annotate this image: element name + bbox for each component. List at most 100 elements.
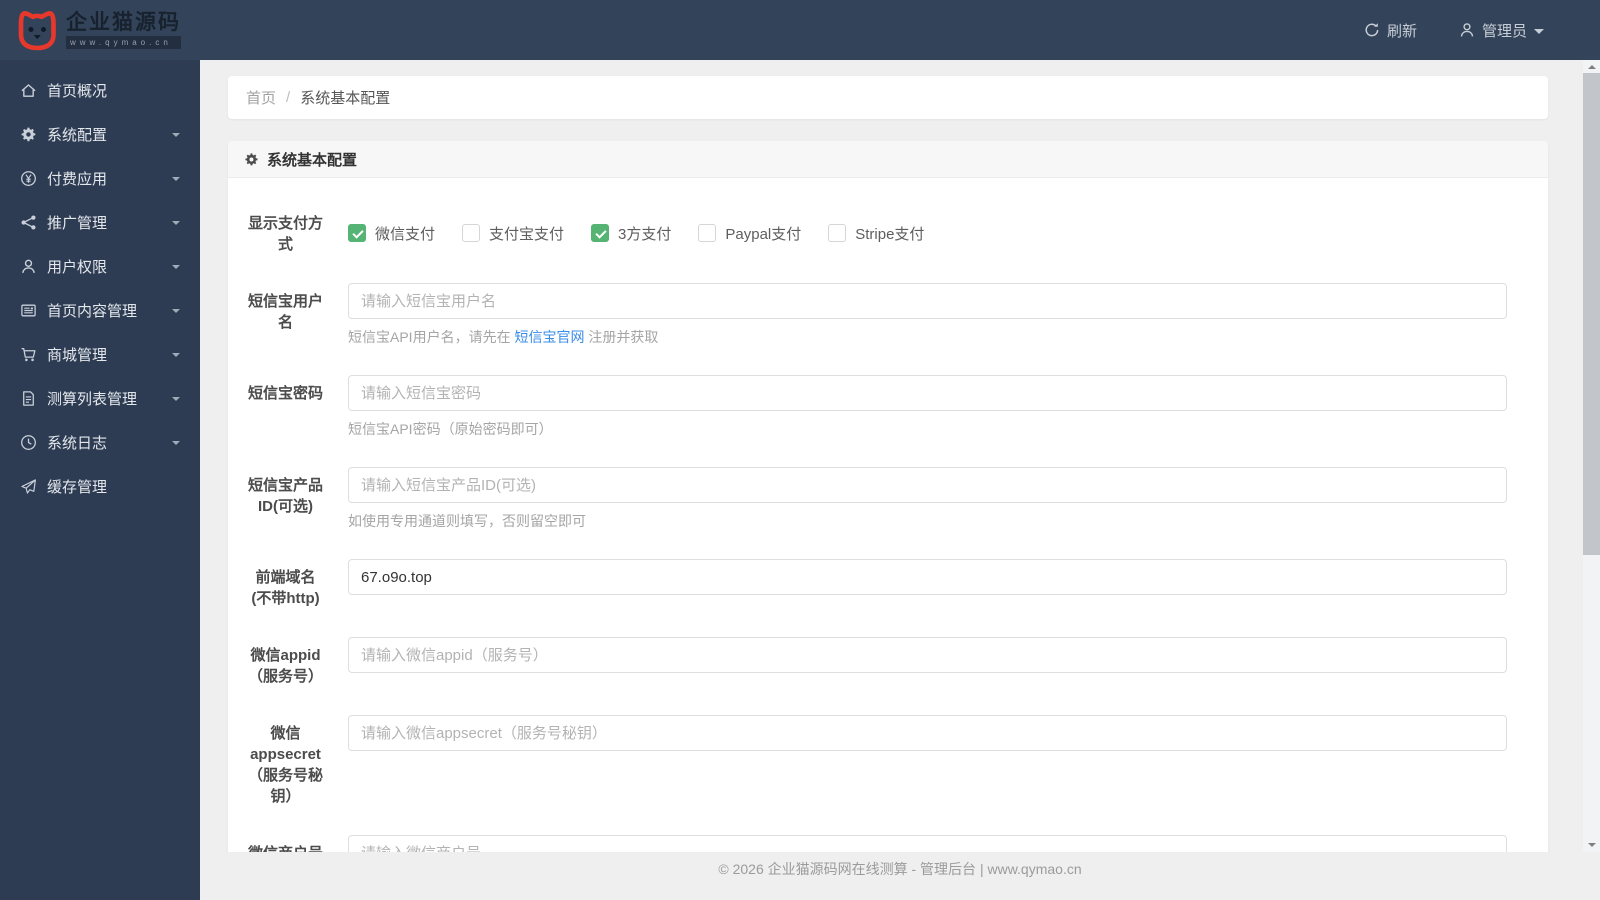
sidebar-item-label: 用户权限: [47, 258, 108, 276]
gear-icon: [20, 126, 37, 143]
sidebar: 首页概况 系统配置 付费应用 推广管理 用户权限 首页内容管理 商城管理 测算列…: [0, 60, 200, 900]
checkbox-label: 支付宝支付: [489, 225, 565, 243]
chevron-down-icon: [172, 353, 180, 357]
payment-checkbox[interactable]: [828, 224, 847, 242]
chevron-down-icon: [172, 309, 180, 313]
help-text-part: 短信宝API用户名，请先在: [348, 329, 515, 345]
payment-checkbox[interactable]: [348, 224, 366, 242]
config-form: 显示支付方 式 微信支付 支付宝支付 3方支付 Paypal支付 Stripe支…: [228, 178, 1548, 900]
paper-plane-icon: [20, 478, 37, 495]
card-header: 系统基本配置: [228, 141, 1548, 178]
field-label: 微信appid （服务号）: [247, 647, 323, 685]
brand-url: www.qymao.cn: [66, 36, 181, 49]
sidebar-item-system-config[interactable]: 系统配置: [0, 112, 200, 156]
sidebar-item-label: 首页概况: [47, 82, 108, 100]
sidebar-item-user-permissions[interactable]: 用户权限: [0, 244, 200, 288]
user-icon: [20, 258, 37, 275]
frontend-domain-row: 前端域名 (不带http): [236, 559, 1507, 609]
field-help: 短信宝API密码（原始密码即可）: [348, 421, 553, 437]
gear-icon: [245, 152, 258, 165]
field-label: 短信宝产品 ID(可选): [247, 477, 323, 515]
brand-title: 企业猫源码: [66, 11, 181, 34]
sidebar-item-homepage-content[interactable]: 首页内容管理: [0, 288, 200, 332]
payment-checkbox[interactable]: [698, 224, 717, 242]
checkbox-label: Paypal支付: [725, 225, 802, 243]
chevron-down-icon: [172, 397, 180, 401]
document-icon: [20, 390, 37, 407]
refresh-label: 刷新: [1386, 22, 1417, 40]
checkbox-label: Stripe支付: [855, 225, 925, 243]
smsbao-productid-row: 短信宝产品 ID(可选) 如使用专用通道则填写，否则留空即可: [236, 467, 1507, 531]
page-title: 系统基本配置: [267, 151, 358, 169]
chevron-down-icon: [172, 221, 180, 225]
checkbox-alipay[interactable]: 支付宝支付: [462, 223, 564, 244]
payment-methods-row: 显示支付方 式 微信支付 支付宝支付 3方支付 Paypal支付 Stripe支…: [236, 205, 1507, 255]
wechat-appid-row: 微信appid （服务号）: [236, 637, 1507, 687]
checkbox-thirdparty-pay[interactable]: 3方支付: [591, 223, 671, 244]
wechat-appsecret-input[interactable]: [348, 715, 1507, 751]
sidebar-item-label: 付费应用: [47, 170, 108, 188]
help-text-part: 注册并获取: [584, 329, 659, 345]
sidebar-item-system-logs[interactable]: 系统日志: [0, 420, 200, 464]
cat-logo-icon: [18, 11, 56, 51]
sidebar-item-cache[interactable]: 缓存管理: [0, 464, 200, 508]
smsbao-username-input[interactable]: [348, 283, 1507, 319]
app-header: 企业猫源码 www.qymao.cn 刷新 管理员: [0, 0, 1600, 60]
field-help: 短信宝API用户名，请先在 短信宝官网 注册并获取: [348, 328, 1507, 347]
field-label: 微信 appsecret （服务号秘 钥）: [247, 725, 323, 805]
vertical-scrollbar[interactable]: [1583, 60, 1600, 852]
sidebar-item-label: 首页内容管理: [47, 302, 138, 320]
breadcrumb-home[interactable]: 首页: [246, 87, 276, 108]
brand-logo[interactable]: 企业猫源码 www.qymao.cn: [0, 7, 220, 53]
checkbox-paypal[interactable]: Paypal支付: [698, 223, 801, 244]
smsbao-password-row: 短信宝密码 短信宝API密码（原始密码即可）: [236, 375, 1507, 439]
sidebar-item-promotion[interactable]: 推广管理: [0, 200, 200, 244]
cart-icon: [20, 346, 37, 363]
sidebar-item-paid-apps[interactable]: 付费应用: [0, 156, 200, 200]
breadcrumb: 首页 / 系统基本配置: [228, 76, 1548, 119]
wechat-appsecret-row: 微信 appsecret （服务号秘 钥）: [236, 715, 1507, 807]
chevron-down-icon: [172, 265, 180, 269]
wechat-appid-input[interactable]: [348, 637, 1507, 673]
checkbox-label: 3方支付: [618, 225, 672, 243]
sidebar-item-calculation-list[interactable]: 测算列表管理: [0, 376, 200, 420]
sidebar-item-label: 系统配置: [47, 126, 108, 144]
sidebar-item-label: 系统日志: [47, 434, 108, 452]
payment-checkbox[interactable]: [591, 224, 610, 242]
sidebar-item-label: 测算列表管理: [47, 390, 138, 408]
clock-icon: [20, 434, 37, 451]
sidebar-item-label: 推广管理: [47, 214, 108, 232]
smsbao-productid-input[interactable]: [348, 467, 1507, 503]
chevron-down-icon: [1534, 29, 1544, 34]
breadcrumb-separator: /: [286, 89, 291, 106]
smsbao-password-input[interactable]: [348, 375, 1507, 411]
refresh-button[interactable]: 刷新: [1364, 20, 1417, 41]
scroll-down-arrow-icon[interactable]: [1583, 838, 1600, 852]
checkbox-wechat-pay[interactable]: 微信支付: [348, 223, 435, 244]
home-icon: [20, 82, 37, 99]
checkbox-stripe[interactable]: Stripe支付: [828, 223, 924, 244]
scrollbar-thumb[interactable]: [1583, 73, 1600, 555]
sidebar-item-label: 商城管理: [47, 346, 108, 364]
payment-checkbox[interactable]: [462, 224, 481, 242]
admin-user-icon: [1460, 23, 1474, 37]
footer-copyright: © 2026 企业猫源码网在线测算 - 管理后台 | www.qymao.cn: [718, 861, 1082, 877]
breadcrumb-current: 系统基本配置: [300, 90, 391, 107]
admin-menu[interactable]: 管理员: [1459, 20, 1544, 41]
scroll-up-arrow-icon[interactable]: [1583, 60, 1600, 74]
frontend-domain-input[interactable]: [348, 559, 1507, 595]
field-label: 短信宝密码: [247, 385, 323, 402]
sidebar-item-mall[interactable]: 商城管理: [0, 332, 200, 376]
share-icon: [20, 214, 37, 231]
smsbao-site-link[interactable]: 短信宝官网: [514, 329, 584, 345]
chevron-down-icon: [172, 133, 180, 137]
refresh-icon: [1365, 23, 1379, 37]
config-card: 系统基本配置 显示支付方 式 微信支付 支付宝支付 3方支付 Paypal支付 …: [228, 141, 1548, 900]
header-actions: 刷新 管理员: [1364, 20, 1600, 41]
admin-label: 管理员: [1481, 22, 1527, 40]
main-content: 首页 / 系统基本配置 系统基本配置 显示支付方 式 微信支付 支付宝支付 3方…: [200, 60, 1600, 900]
chevron-down-icon: [172, 441, 180, 445]
field-help: 如使用专用通道则填写，否则留空即可: [348, 513, 586, 529]
sidebar-item-home-overview[interactable]: 首页概况: [0, 68, 200, 112]
sidebar-item-label: 缓存管理: [47, 478, 108, 496]
